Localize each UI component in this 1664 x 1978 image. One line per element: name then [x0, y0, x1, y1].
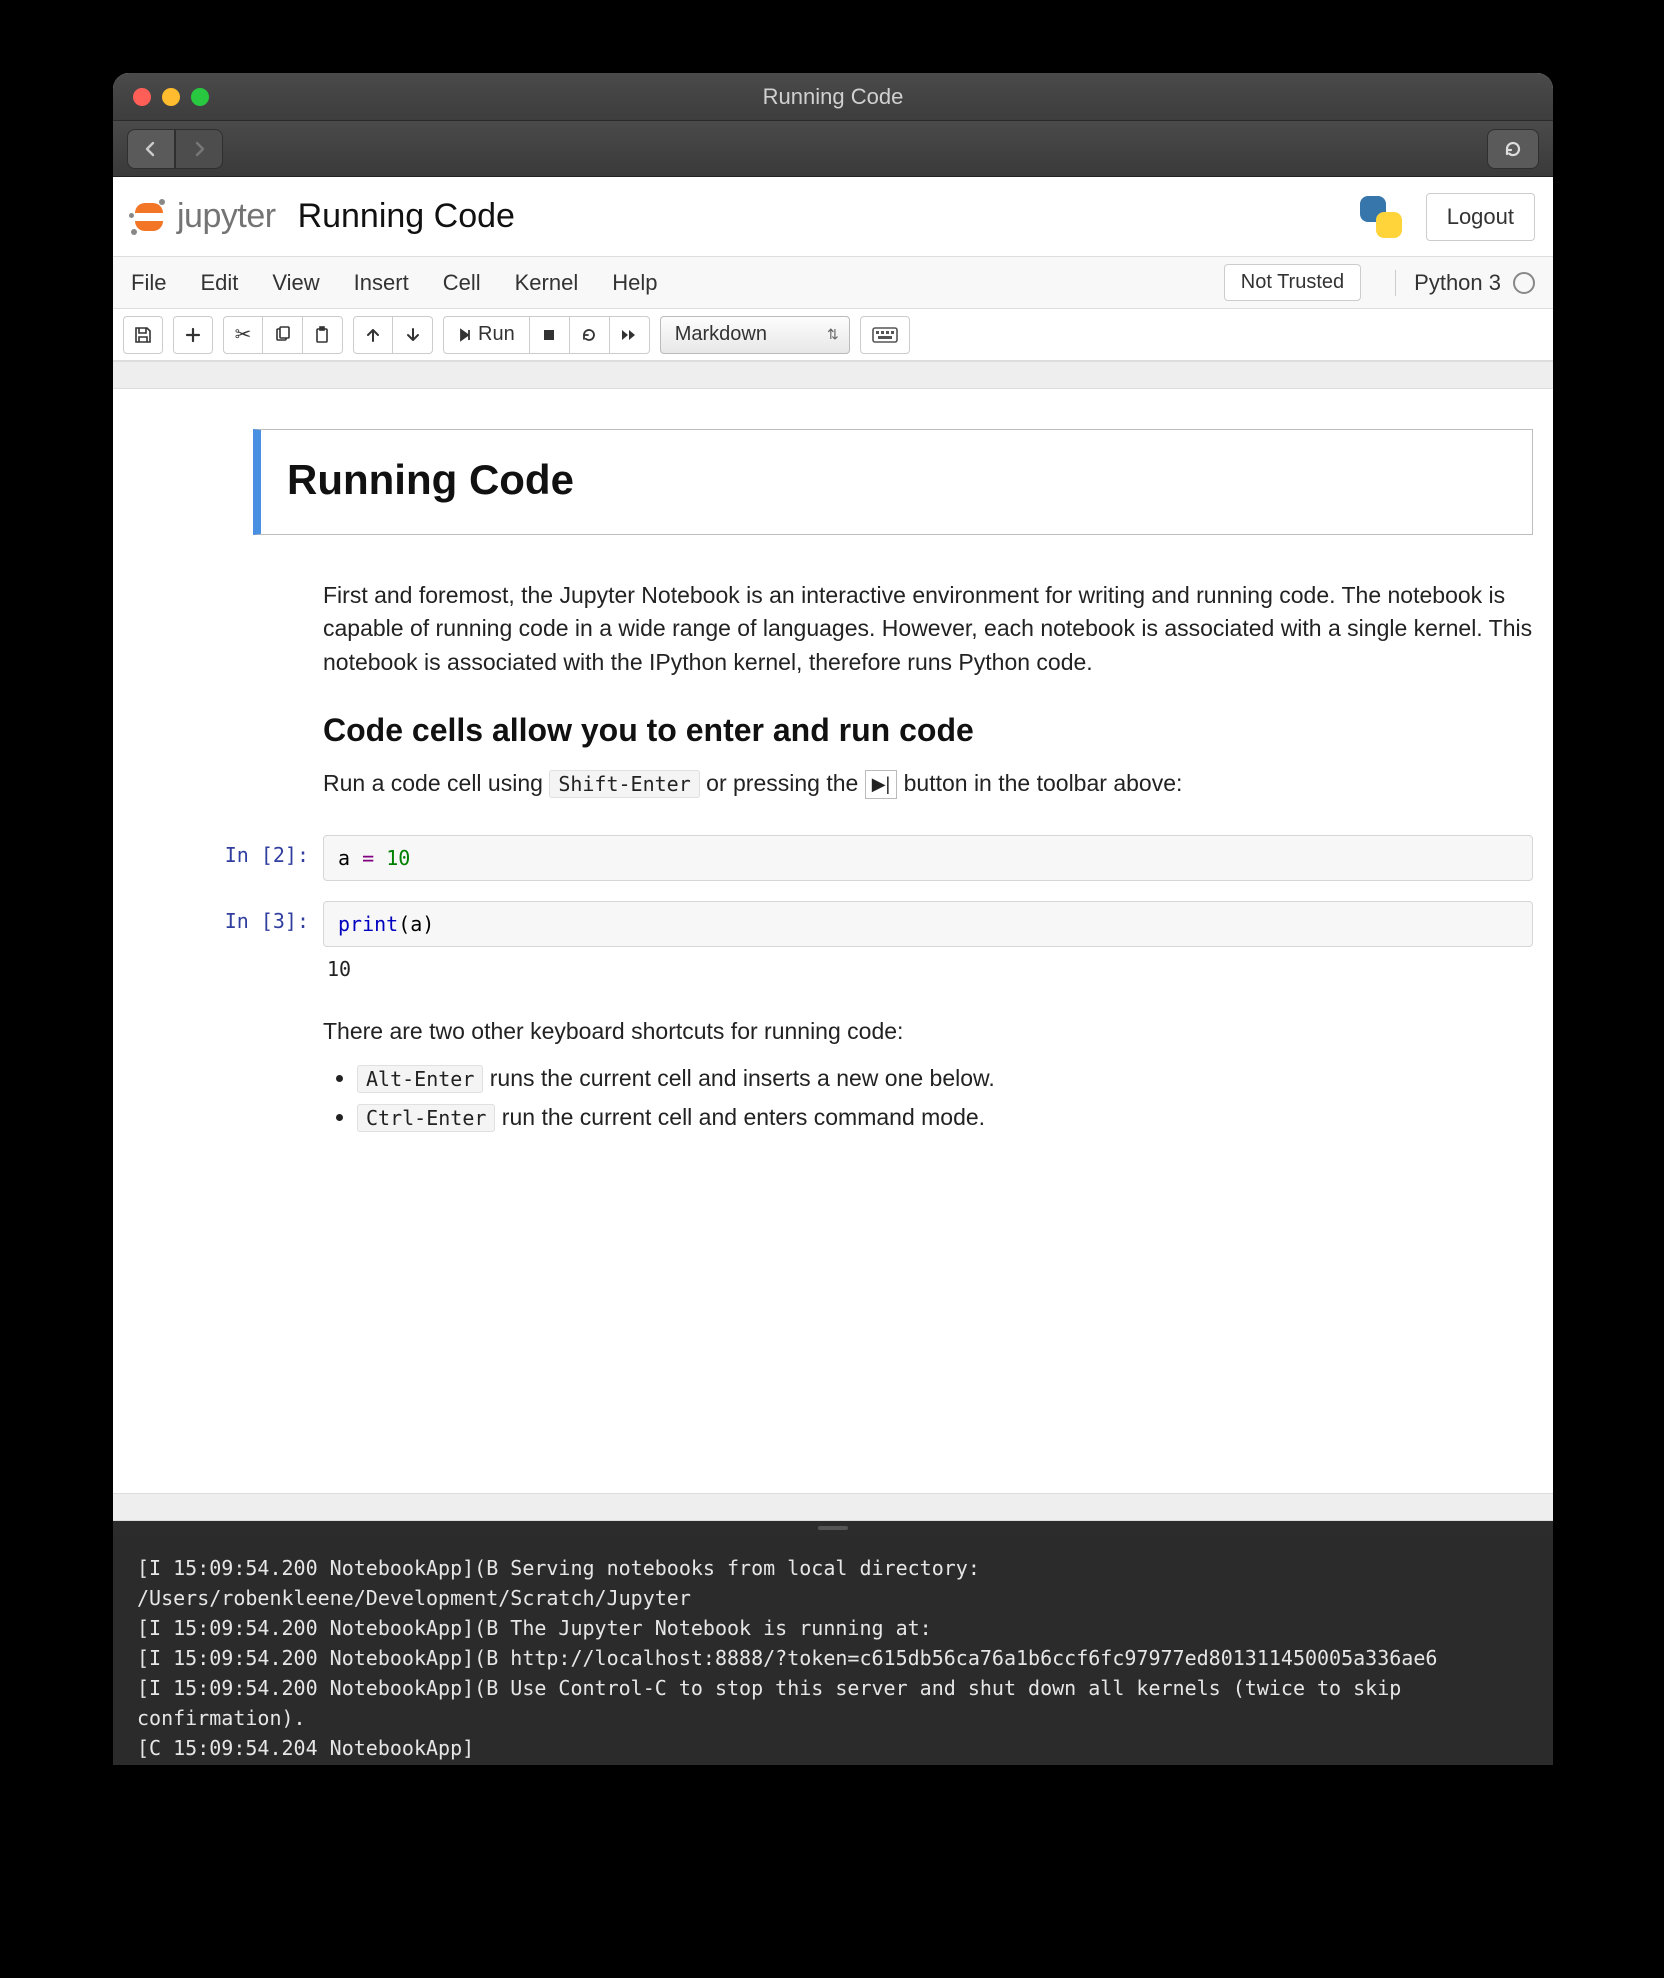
- kernel-status: Python 3: [1395, 270, 1535, 296]
- menu-insert[interactable]: Insert: [354, 270, 409, 296]
- menu-help[interactable]: Help: [612, 270, 657, 296]
- jupyter-logo-text: jupyter: [177, 197, 276, 236]
- history-nav: [127, 129, 223, 169]
- code-input[interactable]: a = 10: [323, 835, 1533, 881]
- jupyter-header: jupyter Running Code Logout: [113, 177, 1553, 257]
- shortcuts-list: Alt-Enter runs the current cell and inse…: [323, 1062, 1533, 1135]
- heading-2: Code cells allow you to enter and run co…: [323, 707, 1533, 753]
- trust-button[interactable]: Not Trusted: [1224, 264, 1361, 301]
- reload-button[interactable]: [1487, 129, 1539, 169]
- cell-output: 10: [323, 947, 1533, 981]
- minimize-window-icon[interactable]: [162, 88, 180, 106]
- menu-kernel[interactable]: Kernel: [515, 270, 579, 296]
- move-up-button[interactable]: [353, 316, 393, 354]
- fast-forward-icon: [620, 328, 638, 342]
- pane-splitter[interactable]: [113, 1521, 1553, 1535]
- cut-button[interactable]: ✂: [223, 316, 263, 354]
- shortcuts-intro: There are two other keyboard shortcuts f…: [323, 1015, 1533, 1048]
- copy-button[interactable]: [263, 316, 303, 354]
- menu-edit[interactable]: Edit: [200, 270, 238, 296]
- zoom-window-icon[interactable]: [191, 88, 209, 106]
- save-icon: [134, 326, 152, 344]
- logout-button[interactable]: Logout: [1426, 193, 1535, 241]
- notebook-name[interactable]: Running Code: [298, 197, 515, 236]
- menu-view[interactable]: View: [272, 270, 319, 296]
- window-title: Running Code: [113, 84, 1553, 110]
- run-label: Run: [478, 323, 515, 346]
- save-button[interactable]: [123, 316, 163, 354]
- arrow-up-icon: [366, 327, 380, 343]
- intro-paragraph: First and foremost, the Jupyter Notebook…: [323, 579, 1533, 679]
- paste-icon: [314, 326, 332, 344]
- forward-button[interactable]: [175, 129, 223, 169]
- browser-navbar: [113, 121, 1553, 177]
- list-item: Ctrl-Enter run the current cell and ente…: [357, 1101, 1533, 1134]
- app-window: Running Code jupyter Running Code: [113, 73, 1553, 1765]
- restart-button[interactable]: [570, 316, 610, 354]
- command-palette-button[interactable]: [860, 316, 910, 354]
- separator: [113, 1493, 1553, 1521]
- interrupt-button[interactable]: [530, 316, 570, 354]
- restart-run-all-button[interactable]: [610, 316, 650, 354]
- kernel-name[interactable]: Python 3: [1414, 270, 1501, 296]
- run-icon-inline: ▶|: [865, 770, 898, 798]
- terminal-line: [I 15:09:54.200 NotebookApp](B http://lo…: [137, 1646, 1437, 1670]
- list-item: Alt-Enter runs the current cell and inse…: [357, 1062, 1533, 1095]
- plus-icon: [185, 327, 201, 343]
- markdown-cell-shortcuts[interactable]: There are two other keyboard shortcuts f…: [113, 1001, 1553, 1161]
- jupyter-logo[interactable]: jupyter: [131, 197, 276, 236]
- terminal-pane[interactable]: [I 15:09:54.200 NotebookApp](B Serving n…: [113, 1535, 1553, 1765]
- input-prompt: In [3]:: [133, 901, 323, 981]
- arrow-down-icon: [406, 327, 420, 343]
- move-down-button[interactable]: [393, 316, 433, 354]
- keyboard-icon: [872, 327, 898, 343]
- menu-cell[interactable]: Cell: [443, 270, 481, 296]
- menu-file[interactable]: File: [131, 270, 166, 296]
- jupyter-menubar: File Edit View Insert Cell Kernel Help N…: [113, 257, 1553, 309]
- markdown-cell-intro[interactable]: First and foremost, the Jupyter Notebook…: [113, 565, 1553, 835]
- cell-type-value: Markdown: [675, 323, 767, 346]
- jupyter-logo-icon: [131, 199, 167, 235]
- run-button[interactable]: Run: [443, 316, 530, 354]
- macos-titlebar: Running Code: [113, 73, 1553, 121]
- kernel-logo-icon: [1358, 194, 1404, 240]
- markdown-cell-title[interactable]: Running Code: [113, 429, 1553, 535]
- jupyter-toolbar: ✂ Run Markdown: [113, 309, 1553, 361]
- code-cell-2[interactable]: In [3]: print(a) 10: [113, 901, 1553, 1001]
- input-prompt: In [2]:: [133, 835, 323, 881]
- scissors-icon: ✂: [235, 322, 252, 347]
- separator: [113, 361, 1553, 389]
- terminal-line: [I 15:09:54.200 NotebookApp](B Serving n…: [137, 1556, 992, 1610]
- run-hint: Run a code cell using Shift-Enter or pre…: [323, 767, 1533, 800]
- restart-icon: [581, 327, 597, 343]
- code-input[interactable]: print(a): [323, 901, 1533, 947]
- heading-1: Running Code: [287, 456, 1506, 504]
- notebook-area[interactable]: Running Code First and foremost, the Jup…: [113, 389, 1553, 1493]
- insert-cell-button[interactable]: [173, 316, 213, 354]
- kbd-alt-enter: Alt-Enter: [357, 1065, 483, 1093]
- terminal-line: [I 15:09:54.200 NotebookApp](B Use Contr…: [137, 1676, 1413, 1730]
- kbd-shift-enter: Shift-Enter: [549, 770, 699, 798]
- terminal-line: [I 15:09:54.200 NotebookApp](B The Jupyt…: [137, 1616, 932, 1640]
- back-button[interactable]: [127, 129, 175, 169]
- window-controls: [133, 88, 209, 106]
- kernel-idle-icon: [1513, 272, 1535, 294]
- kbd-ctrl-enter: Ctrl-Enter: [357, 1104, 495, 1132]
- stop-icon: [542, 328, 556, 342]
- paste-button[interactable]: [303, 316, 343, 354]
- close-window-icon[interactable]: [133, 88, 151, 106]
- cell-type-select[interactable]: Markdown: [660, 316, 850, 354]
- code-cell-1[interactable]: In [2]: a = 10: [113, 835, 1553, 901]
- copy-icon: [274, 326, 292, 344]
- run-icon: [458, 328, 472, 342]
- terminal-line: [C 15:09:54.204 NotebookApp]: [137, 1736, 474, 1760]
